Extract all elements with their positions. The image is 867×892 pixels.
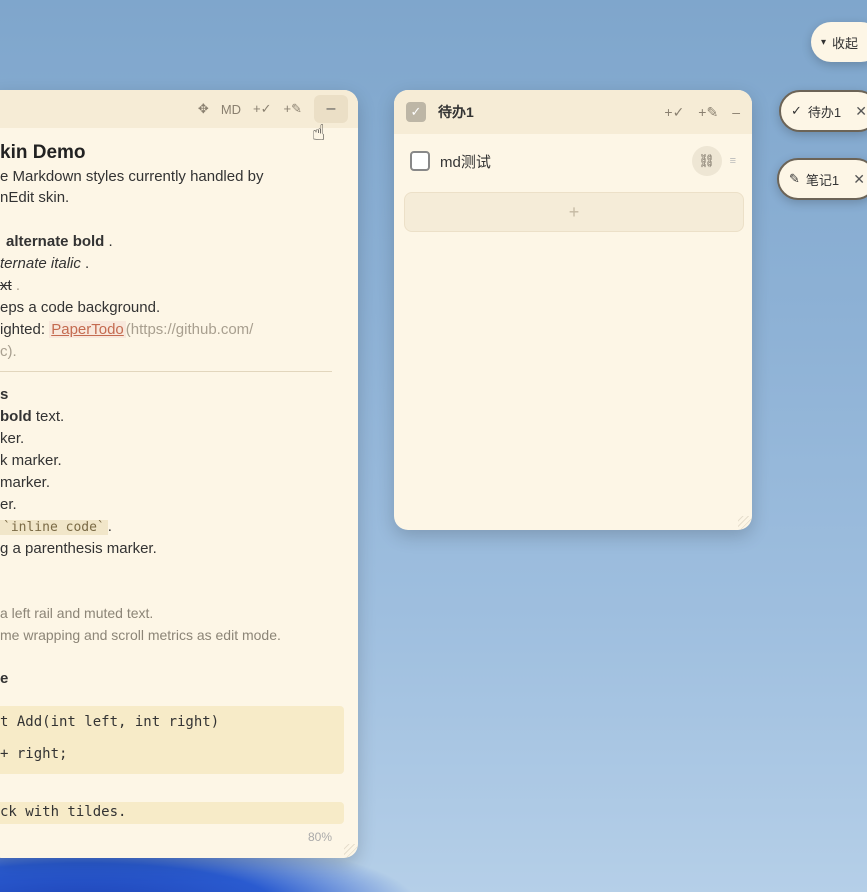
code-block: t Add(int left, int right) + right;	[0, 706, 344, 774]
note-tab-pill[interactable]: ✎ 笔记1 ✕	[777, 158, 867, 200]
todo-tab-label: 待办1	[807, 104, 842, 120]
link-url-continued: c).	[0, 343, 17, 360]
zoom-indicator: 80%	[307, 830, 332, 844]
drag-handle-icon[interactable]: ≡	[730, 155, 736, 167]
section-heading: s	[0, 386, 9, 403]
resize-grip[interactable]	[344, 844, 358, 858]
todo-checkbox[interactable]	[410, 151, 430, 171]
check-icon: ✓	[791, 103, 802, 118]
list-item: k marker.	[0, 452, 62, 469]
add-todo-button[interactable]: +✓	[664, 104, 684, 121]
todo-titlebar[interactable]: ✓ 待办1 +✓ +✎ –	[394, 90, 752, 134]
list-item: g a parenthesis marker.	[0, 540, 157, 557]
strikethrough-text: xt	[0, 277, 12, 294]
md-toggle-button[interactable]: MD	[221, 102, 241, 117]
link-icon[interactable]: ⛓	[691, 146, 722, 176]
resize-grip[interactable]	[738, 516, 752, 530]
add-note-button[interactable]: +✎	[284, 101, 302, 117]
pencil-icon: ✎	[789, 171, 800, 186]
note-line-tail: .	[85, 255, 90, 272]
link-url: (https://github.com/	[125, 321, 254, 338]
divider	[0, 371, 332, 372]
add-note-button[interactable]: +✎	[698, 104, 718, 121]
collapse-label: 收起	[832, 35, 859, 51]
code-block: ck with tildes.	[0, 802, 344, 824]
note-tab-label: 笔记1	[805, 172, 840, 188]
italic-text: ternate italic	[0, 255, 81, 272]
todo-title[interactable]: 待办1	[438, 102, 474, 122]
todo-type-icon: ✓	[406, 102, 426, 122]
close-icon[interactable]: ✕	[855, 103, 867, 120]
list-item: er.	[0, 496, 17, 513]
note-line: e Markdown styles currently handled by	[0, 168, 264, 185]
move-icon[interactable]: ✥	[198, 101, 209, 117]
note-line-tail: .	[15, 277, 21, 294]
minimize-button[interactable]: –	[732, 104, 740, 121]
hand-cursor-icon: ☝	[312, 120, 326, 145]
code-line: t Add(int left, int right)	[0, 714, 220, 730]
bold-text: bold	[0, 408, 32, 425]
note-line-tail: .	[108, 233, 113, 250]
list-item: marker.	[0, 474, 51, 491]
list-item: ker.	[0, 430, 25, 447]
blockquote-line: me wrapping and scroll metrics as edit m…	[0, 627, 281, 643]
blockquote-line: a left rail and muted text.	[0, 605, 154, 621]
minimize-button[interactable]: –	[314, 95, 348, 123]
note-line: eps a code background.	[0, 299, 161, 316]
note-line-tail: text.	[35, 408, 65, 425]
close-icon[interactable]: ✕	[853, 171, 865, 188]
code-line: ck with tildes.	[0, 804, 127, 820]
add-todo-button[interactable]: +✓	[253, 101, 271, 117]
code-line: + right;	[0, 746, 68, 762]
bold-text: alternate bold	[6, 233, 105, 250]
paper-todo-link[interactable]: PaperTodo	[49, 321, 126, 338]
note-line: ighted:	[0, 321, 46, 338]
notes-panel[interactable]: ✥ MD +✓ +✎ – kin Demo e Markdown styles …	[0, 90, 358, 858]
notes-titlebar[interactable]: ✥ MD +✓ +✎ –	[0, 90, 358, 128]
todo-item[interactable]: md测试 ⛓ ≡	[410, 146, 736, 176]
chevron-down-icon: ▾	[821, 36, 827, 48]
todo-panel[interactable]: ✓ 待办1 +✓ +✎ – md测试 ⛓ ≡ +	[394, 90, 752, 530]
note-line-tail: .	[107, 518, 112, 535]
todo-item-text[interactable]: md测试	[440, 151, 491, 172]
inline-code: `inline code`	[0, 520, 108, 535]
notes-content[interactable]: kin Demo e Markdown styles currently han…	[0, 128, 358, 824]
todo-tab-pill[interactable]: ✓ 待办1 ✕	[779, 90, 867, 132]
add-todo-item-button[interactable]: +	[404, 192, 744, 232]
collapse-button[interactable]: ▾ 收起	[811, 22, 867, 62]
note-heading: kin Demo	[0, 142, 86, 163]
section-heading: e	[0, 670, 9, 687]
note-line: nEdit skin.	[0, 189, 70, 206]
